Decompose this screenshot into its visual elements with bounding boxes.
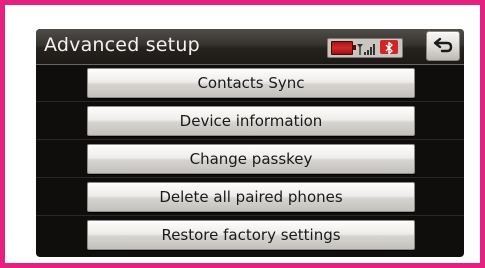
device-information-button[interactable]: Device information (87, 106, 415, 136)
row-divider (36, 177, 464, 178)
status-icons-tray (327, 38, 403, 58)
row-divider (36, 101, 464, 102)
head-unit-screen: Advanced setup Contacts Sync Device info… (36, 29, 464, 257)
battery-icon (331, 41, 356, 55)
back-button[interactable] (426, 31, 460, 61)
title-bar: Advanced setup (36, 29, 464, 65)
contacts-sync-button[interactable]: Contacts Sync (87, 68, 415, 98)
change-passkey-button[interactable]: Change passkey (87, 144, 415, 174)
back-arrow-icon (433, 37, 453, 53)
signal-icon (356, 41, 376, 55)
delete-all-paired-phones-button[interactable]: Delete all paired phones (87, 182, 415, 212)
bluetooth-icon (380, 40, 398, 55)
restore-factory-settings-button[interactable]: Restore factory settings (87, 220, 415, 250)
row-divider (36, 139, 464, 140)
row-divider (36, 215, 464, 216)
page-title: Advanced setup (44, 34, 200, 56)
